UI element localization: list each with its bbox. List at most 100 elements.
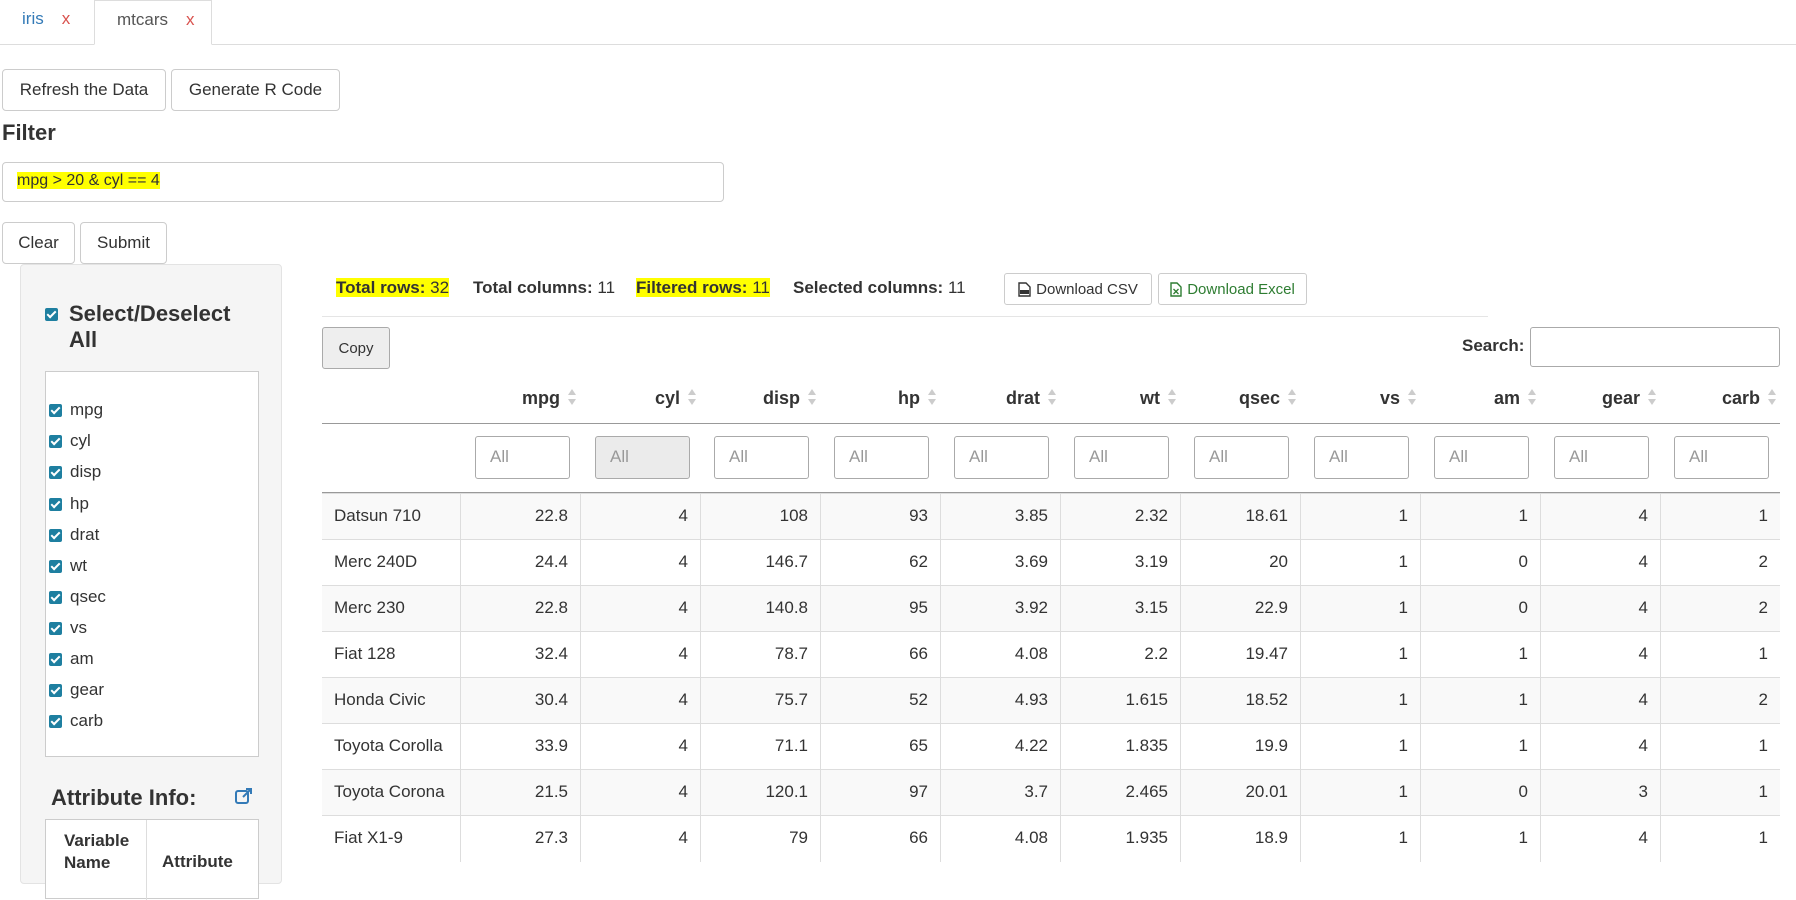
column-header-cyl[interactable]: cyl [580,376,700,420]
checkbox-checked-icon[interactable] [49,622,62,636]
column-header-drat[interactable]: drat [940,376,1060,420]
checkbox-checked-icon[interactable] [49,466,62,480]
close-icon[interactable]: x [62,9,71,28]
row-name-cell: Merc 230 [334,598,405,617]
sort-icon[interactable] [1168,389,1176,407]
refresh-data-button[interactable]: Refresh the Data [2,69,166,111]
variable-item-cyl[interactable]: cyl [49,431,91,451]
table-cell: 30.4 [460,678,580,724]
table-cell: 3.7 [940,770,1060,816]
generate-r-code-button[interactable]: Generate R Code [171,69,340,111]
tab-mtcars[interactable]: mtcars x [94,0,212,45]
variable-item-carb[interactable]: carb [49,711,103,731]
column-filter-hp[interactable]: All [834,436,929,479]
checkbox-checked-icon[interactable] [45,308,58,321]
column-filter-mpg[interactable]: All [475,436,570,479]
sort-icon[interactable] [1408,389,1416,407]
external-link-icon[interactable] [235,787,253,805]
column-header-am[interactable]: am [1420,376,1540,420]
divider [322,316,1488,317]
variable-item-mpg[interactable]: mpg [49,400,103,420]
checkbox-checked-icon[interactable] [49,591,62,605]
column-filter-wt[interactable]: All [1074,436,1169,479]
column-filter-am[interactable]: All [1434,436,1529,479]
table-cell: 4 [1540,494,1660,540]
checkbox-checked-icon[interactable] [49,684,62,698]
table-cell: 3.69 [940,540,1060,586]
table-row[interactable]: Datsun 710 22.8 4 108 93 3.85 2.32 18.61 1 1 4 1 [322,493,1780,540]
sort-icon[interactable] [928,389,936,407]
column-header-mpg[interactable]: mpg [460,376,580,420]
checkbox-checked-icon[interactable] [49,715,62,729]
table-cell: 3.15 [1060,586,1180,632]
table-cell: 1 [1300,770,1420,816]
column-filter-qsec[interactable]: All [1194,436,1289,479]
sort-icon[interactable] [688,389,696,407]
column-header-label: gear [1601,388,1640,408]
column-header-qsec[interactable]: qsec [1180,376,1300,420]
column-filter-disp[interactable]: All [714,436,809,479]
download-excel-button[interactable]: Download Excel [1158,273,1307,305]
search-input[interactable] [1530,327,1780,367]
table-cell: 4 [1540,816,1660,862]
table-row[interactable]: Merc 230 22.8 4 140.8 95 3.92 3.15 22.9 1 0 4 2 [322,585,1780,632]
table-cell: 22.8 [460,586,580,632]
table-row[interactable]: Toyota Corona 21.5 4 120.1 97 3.7 2.465 20.01 1 0… [322,769,1780,816]
sort-icon[interactable] [1648,389,1656,407]
column-header-label: disp [762,388,800,408]
column-header-label: cyl [654,388,680,408]
table-row[interactable]: Merc 240D 24.4 4 146.7 62 3.69 3.19 20 1 0 4 2 [322,539,1780,586]
table-row[interactable]: Toyota Corolla 33.9 4 71.1 65 4.22 1.835 19.9 1 1… [322,723,1780,770]
clear-button[interactable]: Clear [2,222,75,264]
tab-iris[interactable]: iris x [0,0,94,44]
table-row[interactable]: Fiat 128 32.4 4 78.7 66 4.08 2.2 19.47 1 1 4 1 [322,631,1780,678]
sort-icon[interactable] [1768,389,1776,407]
table-cell: 33.9 [460,724,580,770]
stat-total-rows: Total rows: 32 [336,278,450,298]
sort-icon[interactable] [568,389,576,407]
download-csv-button[interactable]: Download CSV [1004,273,1152,305]
submit-button[interactable]: Submit [80,222,167,264]
table-cell: 22.8 [460,494,580,540]
filter-input[interactable]: mpg > 20 & cyl == 4 [2,162,724,202]
checkbox-checked-icon[interactable] [49,498,62,512]
variable-item-disp[interactable]: disp [49,462,101,482]
variable-item-wt[interactable]: wt [49,556,87,576]
close-icon[interactable]: x [186,10,195,29]
variable-item-vs[interactable]: vs [49,618,87,638]
column-header-disp[interactable]: disp [700,376,820,420]
table-cell: 1.935 [1060,816,1180,862]
column-filter-drat[interactable]: All [954,436,1049,479]
table-cell: 66 [820,816,940,862]
variable-item-qsec[interactable]: qsec [49,587,106,607]
column-header-vs[interactable]: vs [1300,376,1420,420]
variable-list: mpg cyl disp hp drat wt qsec vs am gear … [45,371,259,757]
column-header-gear[interactable]: gear [1540,376,1660,420]
table-cell: 140.8 [700,586,820,632]
variable-item-hp[interactable]: hp [49,494,89,514]
checkbox-checked-icon[interactable] [49,435,62,449]
column-filter-vs[interactable]: All [1314,436,1409,479]
sort-icon[interactable] [1048,389,1056,407]
table-row[interactable]: Honda Civic 30.4 4 75.7 52 4.93 1.615 18.52 1 1 4 2 [322,677,1780,724]
table-row[interactable]: Fiat X1-9 27.3 4 79 66 4.08 1.935 18.9 1 1 4 1 [322,815,1780,862]
checkbox-checked-icon[interactable] [49,529,62,543]
variable-item-gear[interactable]: gear [49,680,104,700]
column-header-hp[interactable]: hp [820,376,940,420]
sort-icon[interactable] [1288,389,1296,407]
sort-icon[interactable] [808,389,816,407]
column-header-carb[interactable]: carb [1660,376,1780,420]
checkbox-checked-icon[interactable] [49,560,62,574]
column-filter-gear[interactable]: All [1554,436,1649,479]
download-csv-label: Download CSV [1036,280,1138,298]
column-header-wt[interactable]: wt [1060,376,1180,420]
column-header-label: mpg [522,388,560,408]
sort-icon[interactable] [1528,389,1536,407]
select-all-label: Select/Deselect All [69,301,231,352]
variable-item-am[interactable]: am [49,649,94,669]
checkbox-checked-icon[interactable] [49,404,62,418]
variable-item-drat[interactable]: drat [49,525,99,545]
copy-button[interactable]: Copy [322,327,390,369]
column-filter-carb[interactable]: All [1674,436,1769,479]
checkbox-checked-icon[interactable] [49,653,62,667]
